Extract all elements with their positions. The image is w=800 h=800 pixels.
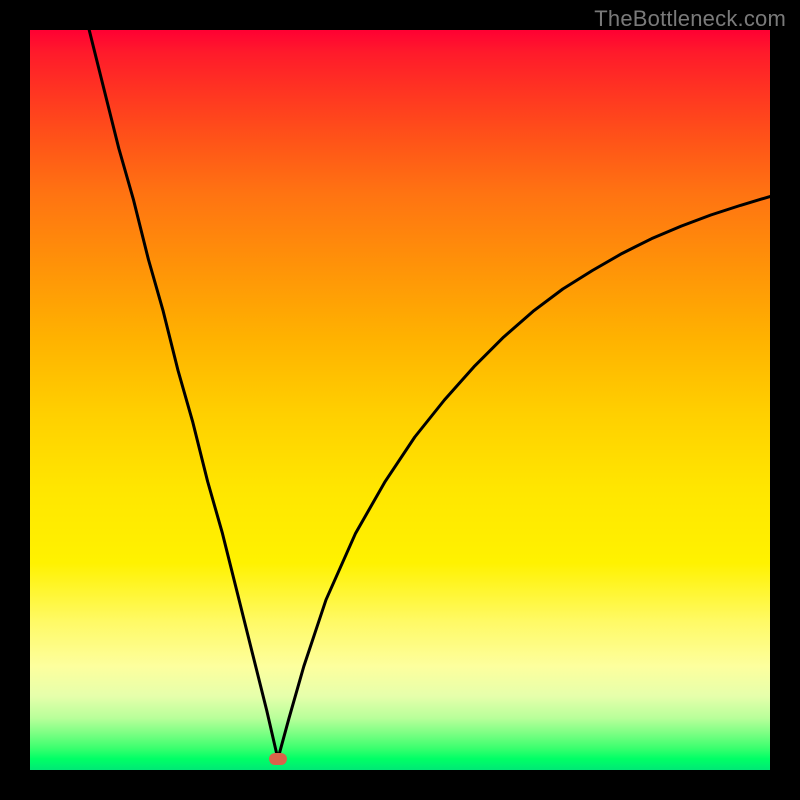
chart-frame: TheBottleneck.com — [0, 0, 800, 800]
bottleneck-curve — [89, 30, 770, 759]
optimum-marker — [269, 753, 287, 765]
curve-svg — [30, 30, 770, 770]
watermark-text: TheBottleneck.com — [594, 6, 786, 32]
plot-area — [30, 30, 770, 770]
